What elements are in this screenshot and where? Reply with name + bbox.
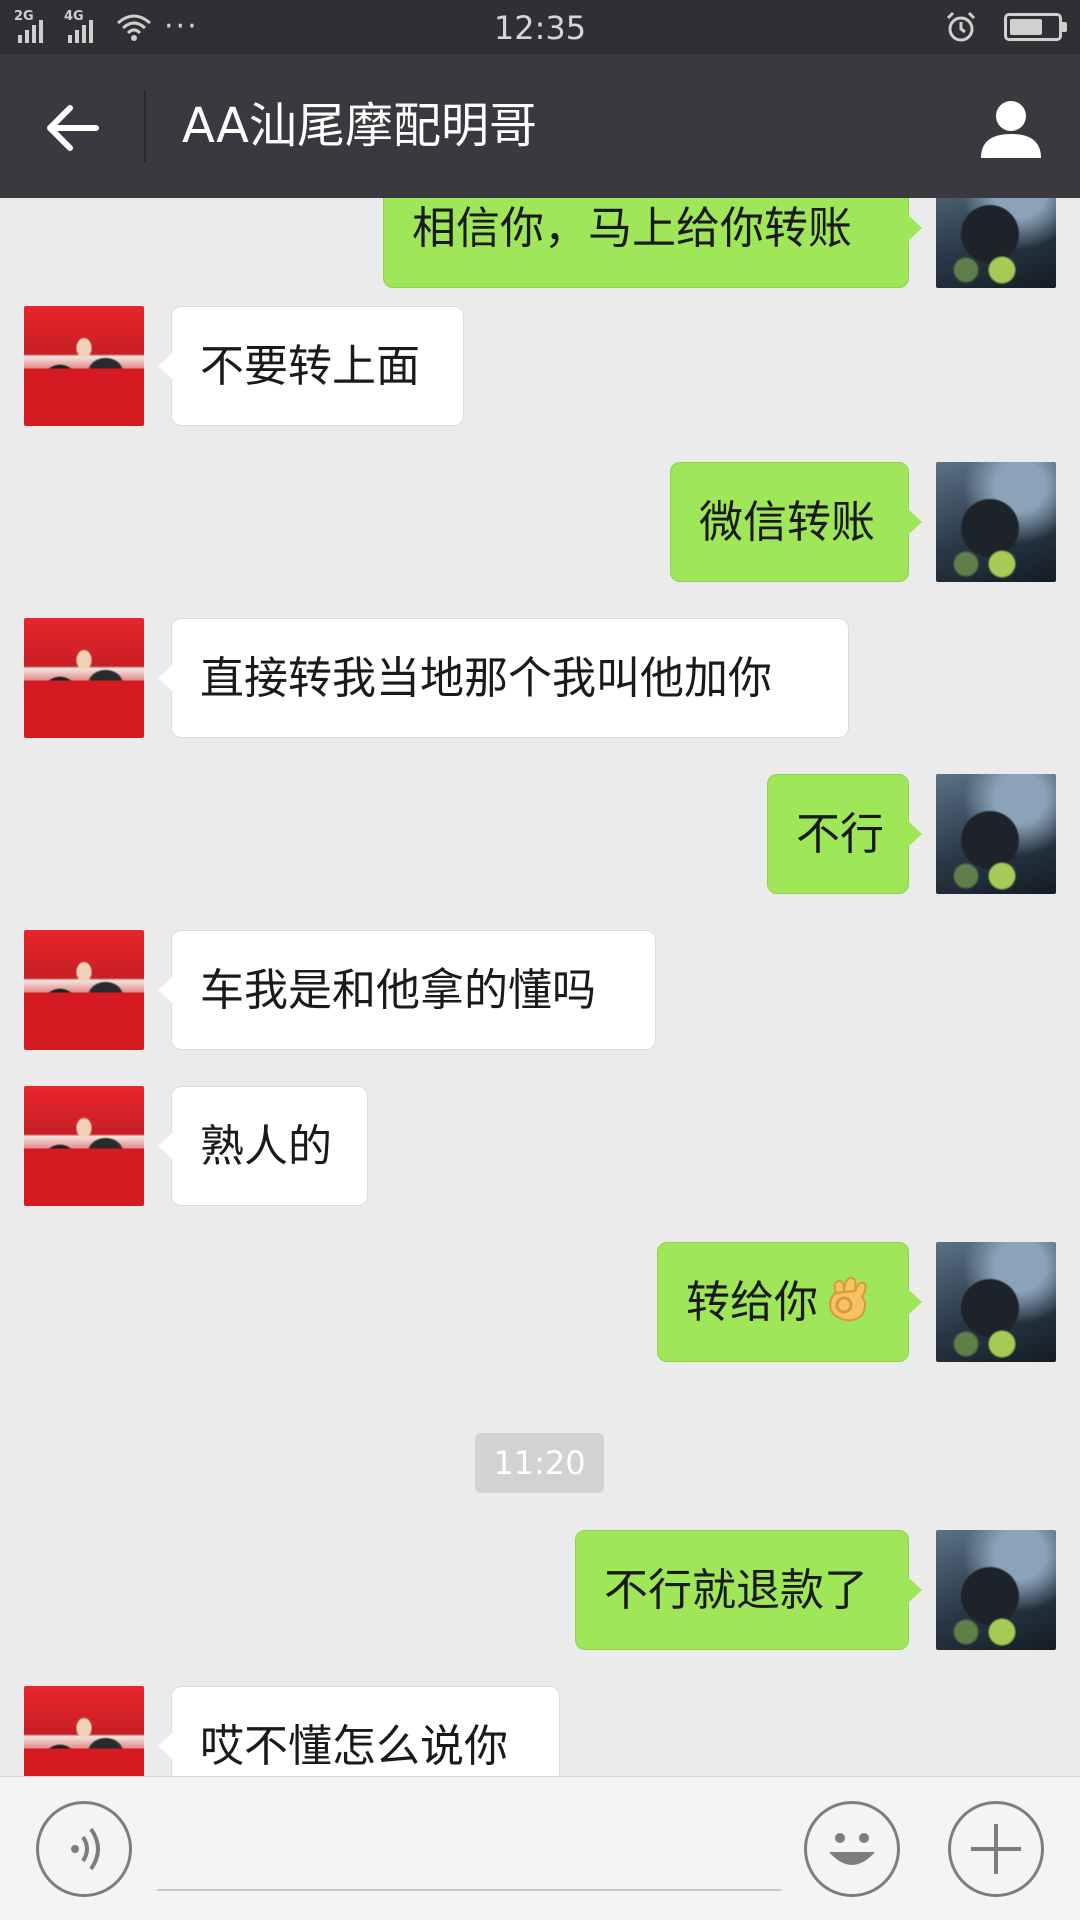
message-text: 哎不懂怎么说你: [200, 1721, 508, 1772]
header-divider: [144, 90, 146, 162]
contact-avatar[interactable]: [24, 618, 144, 738]
plus-icon: [971, 1824, 1021, 1874]
message-text: 直接转我当地那个我叫他加你: [200, 653, 772, 704]
my-avatar[interactable]: [936, 1530, 1056, 1650]
emoji-button[interactable]: [804, 1801, 900, 1897]
status-time: 12:35: [493, 9, 587, 47]
message-bubble-outgoing[interactable]: 相信你，马上给你转账: [383, 198, 922, 288]
alarm-clock-icon: [946, 11, 976, 42]
message-bubble-incoming[interactable]: 直接转我当地那个我叫他加你: [158, 618, 849, 738]
my-avatar[interactable]: [936, 462, 1056, 582]
back-arrow-icon: [47, 105, 99, 151]
ok-hand-emoji-icon: [828, 1276, 867, 1322]
voice-input-button[interactable]: [36, 1801, 132, 1897]
battery-icon: [1004, 13, 1067, 41]
message-bubble-incoming[interactable]: 车我是和他拿的懂吗: [158, 930, 656, 1050]
message-bubble-outgoing[interactable]: 微信转账: [670, 462, 922, 582]
contact-avatar[interactable]: [24, 930, 144, 1050]
chat-title: AA汕尾摩配明哥: [182, 98, 538, 154]
message-text: 转给你: [686, 1277, 818, 1328]
message-text: 不行: [796, 809, 884, 860]
message-text: 微信转账: [699, 497, 875, 548]
message-text: 不要转上面: [200, 341, 420, 392]
message-bubble-incoming[interactable]: 哎不懂怎么说你: [158, 1686, 560, 1776]
message-text: 相信你，马上给你转账: [412, 203, 852, 254]
back-button[interactable]: [30, 92, 114, 164]
my-avatar[interactable]: [936, 198, 1056, 288]
message-input[interactable]: [157, 1801, 781, 1891]
contact-avatar[interactable]: [24, 1686, 144, 1776]
status-bar: 2G 4G ··· 12:35: [0, 0, 1080, 54]
my-avatar[interactable]: [936, 774, 1056, 894]
message-bubble-outgoing[interactable]: 不行: [767, 774, 922, 894]
status-right: [944, 10, 1067, 44]
contact-avatar[interactable]: [24, 1086, 144, 1206]
more-actions-button[interactable]: [948, 1801, 1044, 1897]
message-list[interactable]: 相信你，马上给你转账 不要转上面 微信转账 直接转我当地那个我叫他加你 不行 车…: [0, 198, 1080, 1776]
contact-avatar[interactable]: [24, 306, 144, 426]
contact-profile-icon[interactable]: [978, 96, 1044, 160]
input-bar: [0, 1776, 1080, 1920]
message-bubble-incoming[interactable]: 不要转上面: [158, 306, 464, 426]
smiley-icon: [829, 1833, 875, 1865]
message-text: 熟人的: [200, 1121, 332, 1172]
timestamp-divider: 11:20: [475, 1433, 604, 1493]
message-bubble-incoming[interactable]: 熟人的: [158, 1086, 368, 1206]
my-avatar[interactable]: [936, 1242, 1056, 1362]
chat-header: AA汕尾摩配明哥: [0, 54, 1080, 198]
message-bubble-outgoing[interactable]: 转给你: [657, 1242, 922, 1362]
message-text: 不行就退款了: [604, 1565, 868, 1616]
message-bubble-outgoing[interactable]: 不行就退款了: [575, 1530, 922, 1650]
message-text: 车我是和他拿的懂吗: [200, 965, 596, 1016]
voice-icon: [71, 1827, 100, 1871]
